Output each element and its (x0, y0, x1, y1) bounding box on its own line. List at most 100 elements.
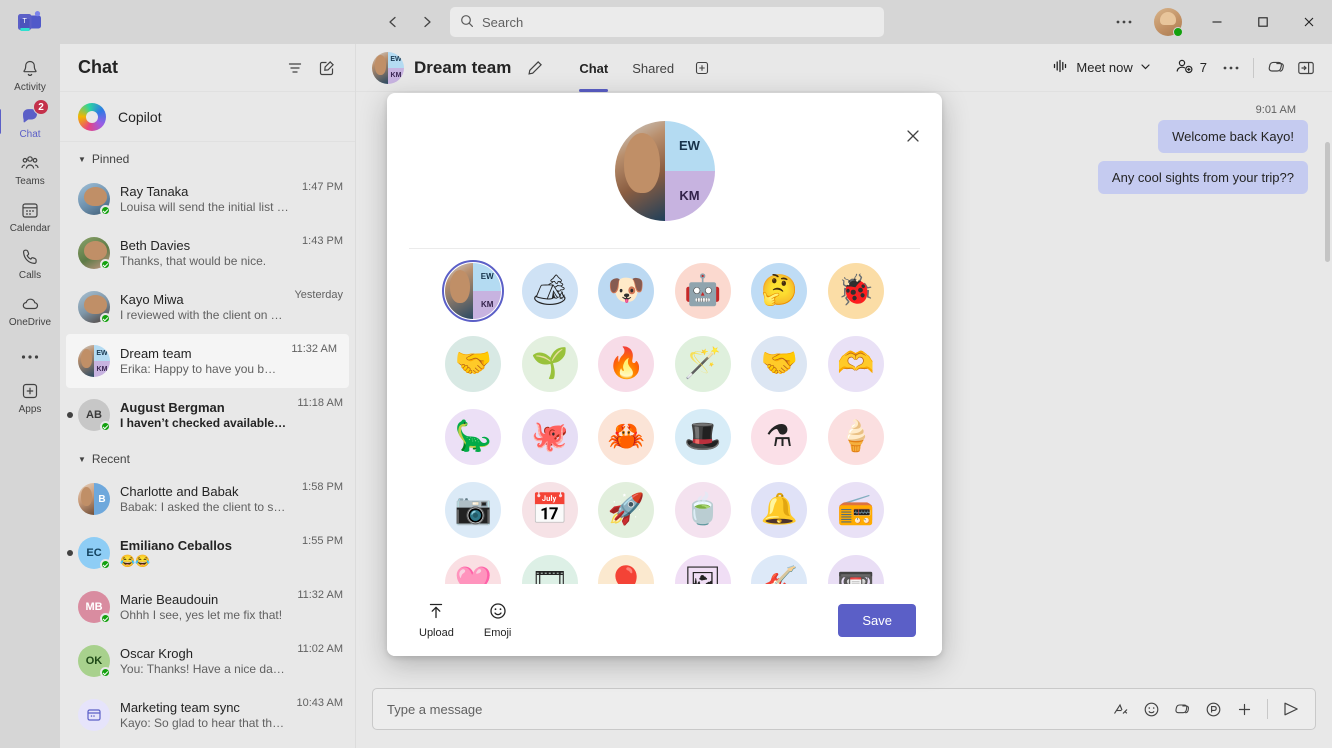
open-panel-icon[interactable] (1292, 54, 1320, 82)
chat-timestamp: 1:55 PM (302, 535, 343, 547)
avatar-option-guitar-icon[interactable]: 🎸 (751, 555, 808, 584)
copilot-icon[interactable] (1168, 695, 1196, 723)
avatar-option-leaf-in-hand-icon[interactable]: 🌱 (521, 336, 578, 392)
upload-button[interactable]: Upload (413, 597, 460, 643)
save-button[interactable]: Save (838, 603, 916, 637)
avatar-option-dinosaur-icon[interactable]: 🦕 (445, 409, 502, 465)
rail-label: Apps (18, 404, 42, 415)
chevron-down-icon: ▼ (78, 154, 86, 164)
avatar-options-scroll[interactable]: EW KM 🏕 🐶 🤖 🤔 🐞 🤝 🌱 🔥 🪄 🤝 🫶 🦕 🐙 🦀 🎩 ⚗ 🍦 … (387, 249, 942, 584)
search-bar[interactable]: Search (450, 7, 884, 37)
user-avatar[interactable] (1154, 8, 1183, 37)
message-scrollbar[interactable] (1325, 142, 1330, 672)
chat-list-header: Chat (60, 44, 355, 92)
chat-item-marketing-team-sync[interactable]: Marketing team sync Kayo: So glad to hea… (60, 688, 355, 742)
back-button[interactable] (378, 7, 408, 37)
close-icon[interactable] (898, 121, 928, 151)
avatar-option-bell-icon[interactable]: 🔔 (751, 482, 808, 538)
search-input[interactable]: Search (482, 15, 523, 30)
tab-shared[interactable]: Shared (622, 57, 684, 79)
avatar-option-robot-icon[interactable]: 🤖 (674, 263, 731, 319)
section-header-recent[interactable]: ▼ Recent (60, 446, 355, 472)
more-horizontal-icon (18, 345, 42, 369)
avatar-option-magic-hat-rabbit-icon[interactable]: 🎩 (674, 409, 731, 465)
rail-item-apps[interactable]: Apps (2, 374, 58, 419)
avatar-option-current-group-avatar[interactable]: EW KM (442, 260, 505, 322)
avatar-option-billboard-icon[interactable]: 🖼 (674, 555, 731, 584)
conversation-more-options-button[interactable] (1217, 54, 1245, 82)
rail-item-activity[interactable]: Activity (2, 52, 58, 97)
avatar-option-hot-air-balloon-icon[interactable]: 🎈 (598, 555, 655, 584)
avatar-option-flame-in-hands-icon[interactable]: 🔥 (598, 336, 655, 392)
avatar-picker-dialog: EW KM EW KM 🏕 🐶 🤖 🤔 🐞 🤝 🌱 🔥 🪄 🤝 🫶 🦕 🐙 🦀 … (387, 93, 942, 656)
avatar-option-video-folder-icon[interactable]: 📼 (827, 555, 884, 584)
svg-text:T: T (23, 18, 28, 25)
avatar-option-bug-icon[interactable]: 🐞 (827, 263, 884, 319)
emoji-icon[interactable] (1137, 695, 1165, 723)
maximize-button[interactable] (1240, 0, 1286, 44)
avatar-option-calendar-icon[interactable]: 📅 (521, 482, 578, 538)
chat-item-beth-davies[interactable]: Beth Davies Thanks, that would be nice. … (60, 226, 355, 280)
avatar-option-film-reel-icon[interactable]: 🎞 (521, 555, 578, 584)
chat-item-emiliano-ceballos[interactable]: EC Emiliano Ceballos 😂😂 1:55 PM (60, 526, 355, 580)
people-count-button[interactable]: 7 (1167, 53, 1215, 82)
loop-icon[interactable] (1199, 695, 1227, 723)
chat-preview: Louisa will send the initial list of… (120, 200, 293, 214)
avatar-option-octopus-icon[interactable]: 🐙 (521, 409, 578, 465)
avatar-option-thinking-face-icon[interactable]: 🤔 (751, 263, 808, 319)
filter-icon[interactable] (281, 54, 309, 82)
avatar-option-heart-hands-icon[interactable]: 🫶 (827, 336, 884, 392)
avatar-option-dog-icon[interactable]: 🐶 (598, 263, 655, 319)
rail-item-teams[interactable]: Teams (2, 146, 58, 191)
avatar-option-teacup-icon[interactable]: 🍵 (674, 482, 731, 538)
rail-item-calls[interactable]: Calls (2, 240, 58, 285)
emoji-button[interactable]: Emoji (478, 597, 518, 643)
avatar-option-hands-stacked-icon[interactable]: 🤝 (445, 336, 502, 392)
chat-item-oscar-krogh[interactable]: OK Oscar Krogh You: Thanks! Have a nice … (60, 634, 355, 688)
titlebar-more-options-button[interactable] (1106, 7, 1142, 37)
copilot-icon[interactable] (1262, 54, 1290, 82)
avatar-option-rocket-icon[interactable]: 🚀 (598, 482, 655, 538)
compose-icon[interactable] (313, 54, 341, 82)
rail-item-chat[interactable]: 2 Chat (0, 99, 58, 144)
meet-now-button[interactable]: Meet now (1045, 54, 1158, 81)
avatar-option-magic-wand-icon[interactable]: 🪄 (674, 336, 731, 392)
avatar-option-boombox-icon[interactable]: 📻 (827, 482, 884, 538)
rail-more-apps-button[interactable] (2, 340, 58, 372)
add-tab-icon[interactable] (688, 54, 716, 82)
chat-item-ray-tanaka[interactable]: Ray Tanaka Louisa will send the initial … (60, 172, 355, 226)
avatar-option-camping-icon[interactable]: 🏕 (521, 263, 578, 319)
add-attachment-icon[interactable] (1230, 695, 1258, 723)
chat-preview: Thanks, that would be nice. (120, 254, 267, 268)
chevron-down-icon[interactable] (1140, 60, 1151, 75)
format-icon[interactable] (1106, 695, 1134, 723)
close-button[interactable] (1286, 0, 1332, 44)
avatar-option-ice-cream-icon[interactable]: 🍦 (827, 409, 884, 465)
presence-indicator (100, 559, 111, 570)
avatar-option-heart-icon[interactable]: 🩷 (445, 555, 502, 584)
chat-item-kian-lambert[interactable]: Kian Lambert Have you run this by Beth? … (60, 742, 355, 748)
dialog-header: EW KM (387, 93, 942, 248)
avatar-option-crab-icon[interactable]: 🦀 (598, 409, 655, 465)
section-header-pinned[interactable]: ▼ Pinned (60, 146, 355, 172)
pencil-icon[interactable] (521, 54, 549, 82)
avatar-option-handshake-icon[interactable]: 🤝 (751, 336, 808, 392)
message-input[interactable]: Type a message (387, 702, 1106, 717)
chat-item-august-bergman[interactable]: AB August Bergman I haven’t checked avai… (60, 388, 355, 442)
chat-item-kayo-miwa[interactable]: Kayo Miwa I reviewed with the client on … (60, 280, 355, 334)
chat-name: Marie Beaudouin (120, 592, 219, 607)
forward-button[interactable] (412, 7, 442, 37)
send-icon[interactable] (1277, 695, 1305, 723)
chat-item-copilot[interactable]: Copilot (60, 92, 355, 142)
rail-item-onedrive[interactable]: OneDrive (2, 287, 58, 332)
rail-label: Activity (14, 82, 46, 93)
chat-item-dream-team[interactable]: EW KM Dream team Erika: Happy to have yo… (66, 334, 349, 388)
minimize-button[interactable] (1194, 0, 1240, 44)
avatar-option-potion-icon[interactable]: ⚗ (751, 409, 808, 465)
rail-item-calendar[interactable]: Calendar (2, 193, 58, 238)
tab-chat[interactable]: Chat (569, 57, 618, 92)
avatar-option-camera-icon[interactable]: 📷 (445, 482, 502, 538)
chat-item-marie-beaudouin[interactable]: MB Marie Beaudouin Ohhh I see, yes let m… (60, 580, 355, 634)
message-composer[interactable]: Type a message (372, 688, 1316, 730)
chat-item-charlotte-and-babak[interactable]: B Charlotte and Babak Babak: I asked the… (60, 472, 355, 526)
